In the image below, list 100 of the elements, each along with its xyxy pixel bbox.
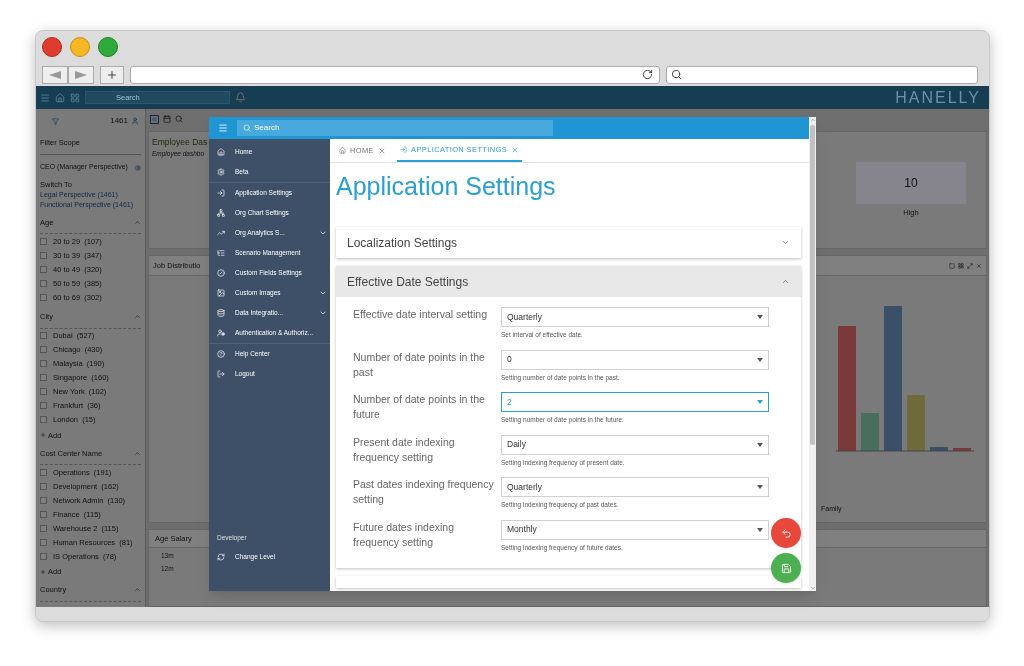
chevron-up-icon — [134, 313, 141, 321]
checkbox[interactable] — [40, 294, 47, 301]
checkbox[interactable] — [40, 496, 47, 504]
image-icon — [217, 289, 225, 297]
collapse-icon[interactable] — [150, 114, 159, 124]
back-button[interactable] — [42, 65, 68, 84]
chevron-down-icon — [319, 289, 327, 297]
checkbox[interactable] — [40, 552, 47, 560]
field-label: Past dates indexing frequency setting — [353, 477, 495, 507]
undo-icon — [780, 527, 792, 539]
caret-down-icon — [757, 357, 763, 362]
search-field[interactable] — [666, 65, 978, 84]
panel-header[interactable]: Localization Settings — [336, 227, 801, 258]
dropdown[interactable]: Quarterly — [501, 477, 769, 497]
expand-icon[interactable] — [967, 262, 973, 269]
filter-icon[interactable] — [52, 117, 59, 125]
forward-button[interactable] — [68, 65, 94, 84]
scroll-down-icon[interactable] — [809, 585, 816, 591]
checkbox[interactable] — [40, 388, 47, 396]
checkbox[interactable] — [40, 360, 47, 368]
chevron-up-icon — [781, 277, 790, 286]
person-icon[interactable] — [131, 117, 139, 125]
plus-icon — [40, 432, 46, 439]
dropdown[interactable]: Daily — [501, 434, 769, 455]
chevron-up-icon — [134, 219, 141, 227]
kpi-tile: 10 — [856, 162, 966, 204]
caret-down-icon — [757, 485, 763, 489]
help-icon — [217, 350, 225, 358]
field-label: Present date indexing frequency setting — [353, 434, 456, 465]
slash-circle-icon — [217, 269, 225, 277]
checkbox[interactable] — [40, 280, 47, 287]
scroll-up-icon[interactable] — [809, 117, 816, 123]
checkbox[interactable] — [40, 238, 47, 245]
grid-icon[interactable] — [958, 262, 964, 269]
home-icon — [217, 148, 225, 156]
clock-icon[interactable] — [163, 115, 171, 123]
close-icon[interactable] — [378, 146, 386, 155]
search-icon — [671, 69, 682, 80]
bell-icon[interactable] — [235, 92, 246, 103]
gear-icon — [217, 168, 225, 176]
login-icon — [217, 189, 225, 197]
login-icon — [400, 146, 407, 153]
close-window-button[interactable] — [42, 37, 62, 57]
checkbox[interactable] — [40, 468, 47, 476]
refresh-icon — [217, 553, 225, 561]
chevron-up-icon — [134, 449, 141, 457]
checkbox[interactable] — [40, 402, 47, 410]
checkbox[interactable] — [40, 524, 47, 532]
page-title: Application Settings — [336, 171, 557, 201]
caret-down-icon — [757, 527, 763, 532]
chevron-up-icon — [134, 586, 141, 594]
plus-icon — [40, 568, 46, 575]
checkbox[interactable] — [40, 266, 47, 273]
chevron-down-icon — [319, 309, 327, 317]
scrollbar[interactable] — [809, 117, 816, 591]
search-icon — [243, 124, 251, 132]
gear-icon[interactable] — [135, 164, 141, 171]
checkbox[interactable] — [40, 416, 47, 424]
database-icon — [217, 309, 225, 317]
grid-icon[interactable] — [70, 92, 80, 103]
dropdown[interactable]: 0 — [501, 349, 769, 370]
dropdown[interactable]: Quarterly — [501, 307, 769, 327]
trend-line-icon — [217, 229, 225, 237]
chevron-down-icon — [781, 238, 790, 247]
checkbox[interactable] — [40, 346, 47, 354]
right-triangle-icon — [75, 70, 87, 79]
checkbox[interactable] — [40, 332, 47, 340]
save-icon — [780, 562, 792, 574]
user-gear-icon — [217, 329, 225, 337]
checkbox[interactable] — [40, 482, 47, 490]
field-label: Effective date interval setting — [353, 307, 489, 322]
field-label: Number of date points in the past — [353, 349, 486, 380]
dashboard-title: Employee Das — [152, 136, 205, 149]
panel-header[interactable]: Effective Date Settings — [336, 266, 801, 297]
close-icon[interactable] — [511, 145, 520, 154]
dropdown[interactable]: Monthly — [501, 519, 769, 540]
left-triangle-icon — [49, 70, 61, 79]
checkbox[interactable] — [40, 510, 47, 518]
reload-icon[interactable] — [642, 69, 653, 80]
logout-icon — [217, 370, 225, 378]
search-icon[interactable] — [175, 115, 183, 123]
brand-logo: HANELLY — [895, 87, 982, 108]
new-tab-button[interactable] — [100, 65, 124, 84]
bar — [861, 413, 879, 451]
field-label: Number of date points in the future — [353, 392, 486, 422]
close-icon[interactable] — [976, 262, 982, 269]
chevron-down-icon — [319, 229, 327, 237]
checkbox[interactable] — [40, 252, 47, 259]
plus-icon — [106, 68, 118, 81]
field-label: Future dates indexing frequency setting — [353, 519, 455, 550]
maximize-window-button[interactable] — [98, 37, 118, 57]
checkbox[interactable] — [40, 538, 47, 546]
minimize-window-button[interactable] — [70, 37, 90, 57]
hierarchy-icon — [217, 209, 225, 217]
checkbox[interactable] — [40, 374, 47, 382]
menu-icon[interactable] — [40, 92, 50, 103]
home-icon[interactable] — [55, 92, 65, 103]
caret-down-icon — [757, 442, 763, 447]
menu-icon[interactable] — [218, 123, 228, 133]
bar — [930, 447, 948, 451]
